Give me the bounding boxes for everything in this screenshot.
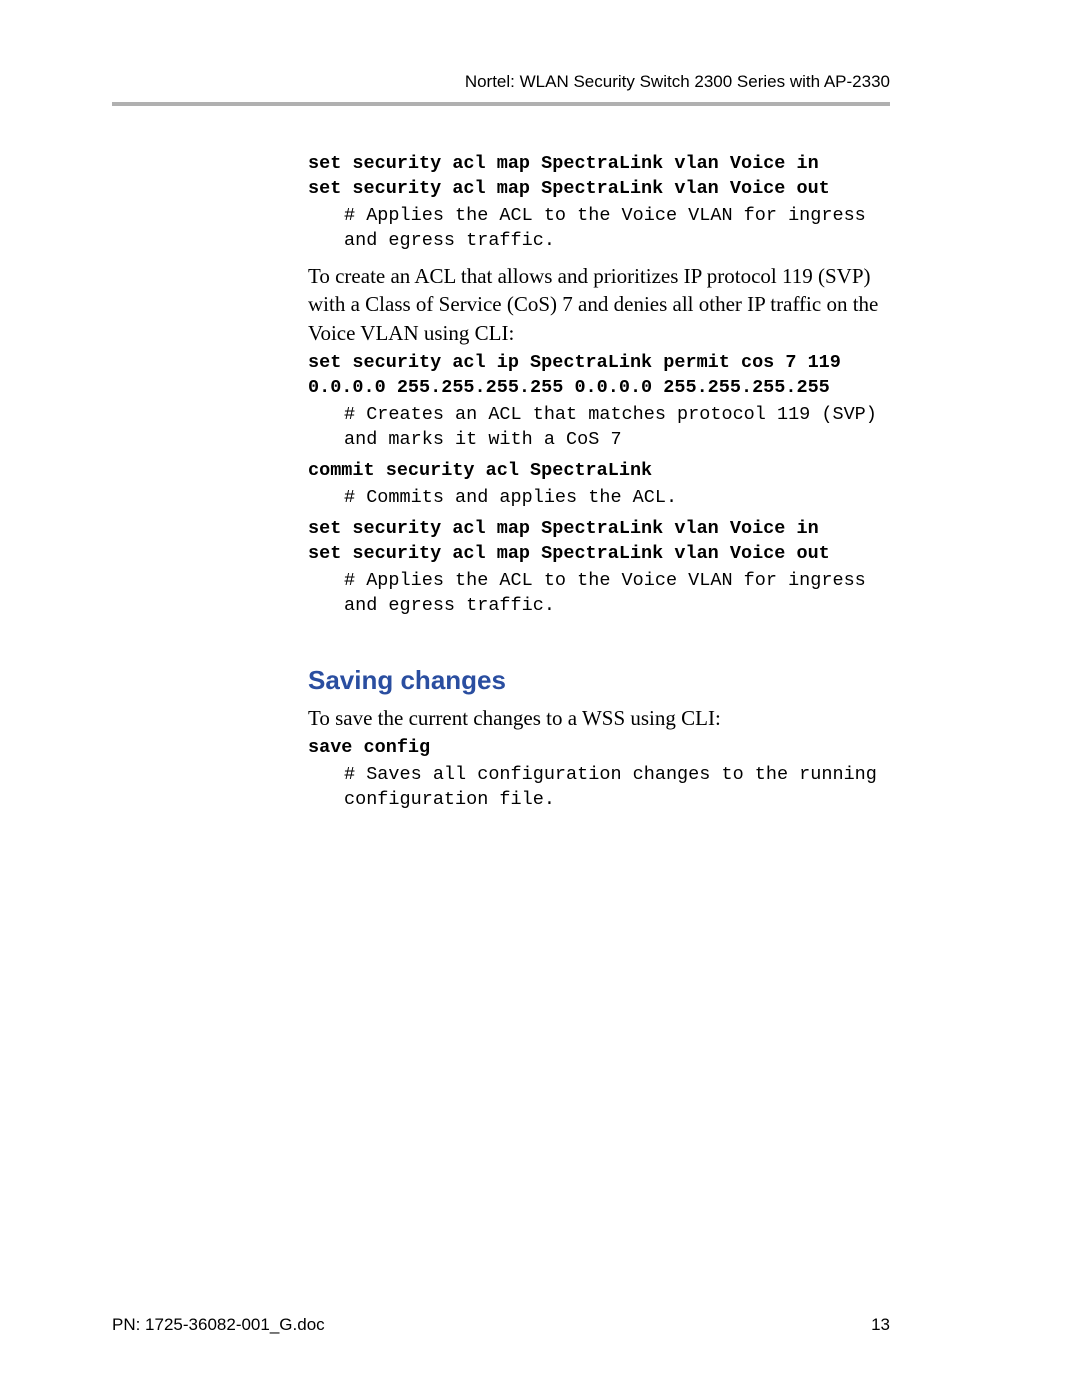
header-title: Nortel: WLAN Security Switch 2300 Series… [112, 72, 890, 92]
header-rule [112, 102, 890, 106]
cli-command: set security acl map SpectraLink vlan Vo… [308, 177, 890, 202]
footer-doc-name: PN: 1725-36082-001_G.doc [112, 1315, 325, 1335]
cli-command: commit security acl SpectraLink [308, 459, 890, 484]
section-heading-saving-changes: Saving changes [308, 665, 890, 696]
cli-command: set security acl ip SpectraLink permit c… [308, 351, 890, 401]
cli-comment: # Creates an ACL that matches protocol 1… [344, 403, 890, 453]
body-paragraph: To create an ACL that allows and priorit… [308, 262, 890, 347]
cli-comment: # Applies the ACL to the Voice VLAN for … [344, 204, 890, 254]
page: Nortel: WLAN Security Switch 2300 Series… [0, 0, 1080, 1397]
footer: PN: 1725-36082-001_G.doc 13 [112, 1315, 890, 1335]
cli-command: set security acl map SpectraLink vlan Vo… [308, 152, 890, 177]
content-area: set security acl map SpectraLink vlan Vo… [308, 152, 890, 813]
body-paragraph: To save the current changes to a WSS usi… [308, 704, 890, 732]
cli-comment: # Saves all configuration changes to the… [344, 763, 890, 813]
cli-comment: # Commits and applies the ACL. [344, 486, 890, 511]
footer-page-number: 13 [871, 1315, 890, 1335]
cli-command: set security acl map SpectraLink vlan Vo… [308, 542, 890, 567]
cli-command: save config [308, 736, 890, 761]
cli-comment: # Applies the ACL to the Voice VLAN for … [344, 569, 890, 619]
cli-command: set security acl map SpectraLink vlan Vo… [308, 517, 890, 542]
